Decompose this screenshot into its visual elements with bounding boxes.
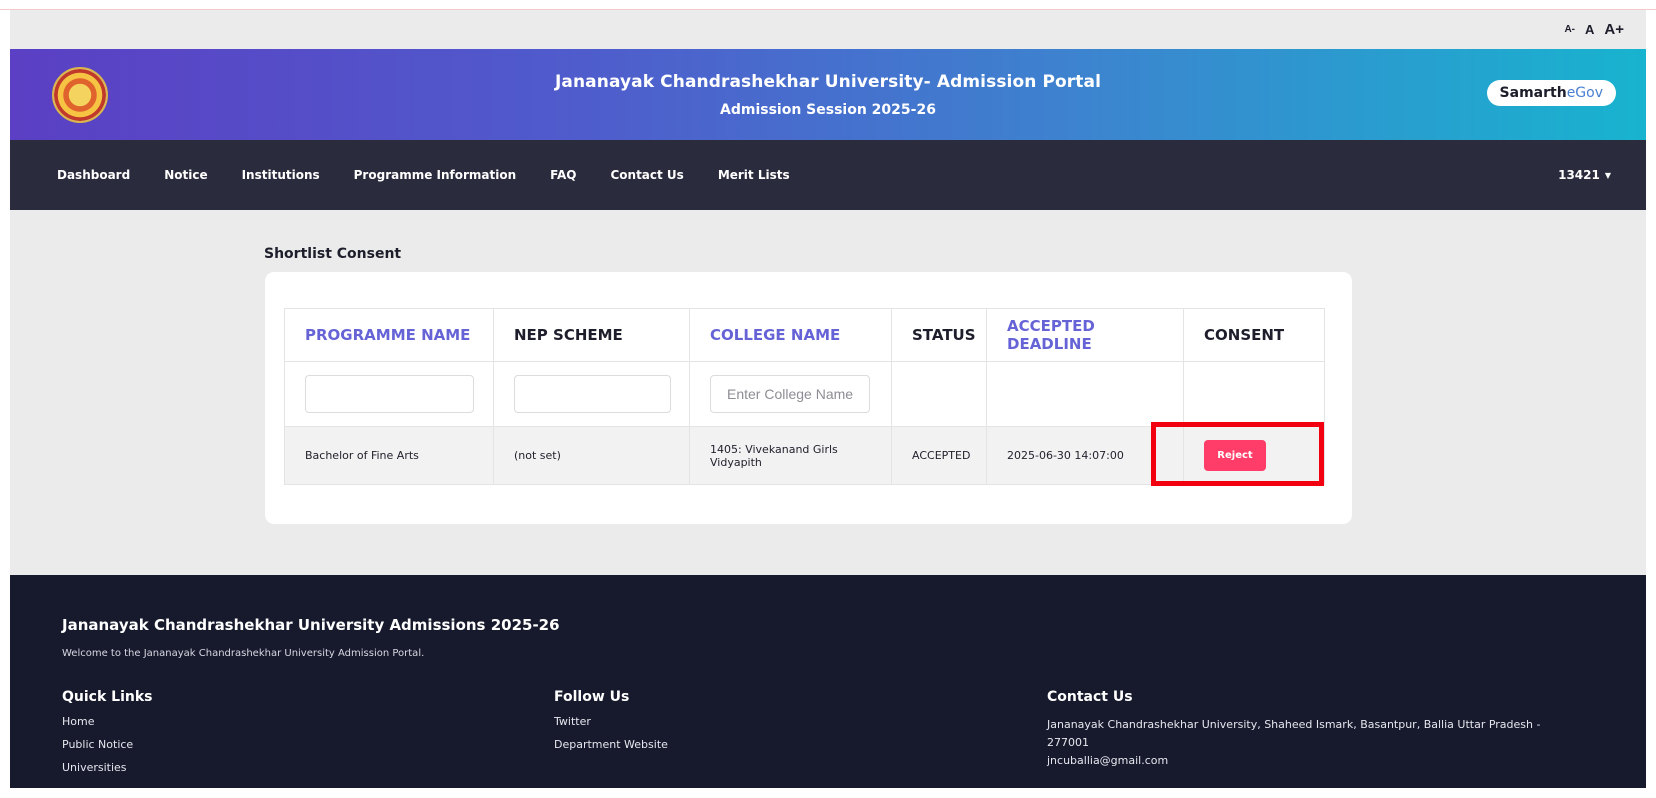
shortlist-table: PROGRAMME NAME NEP SCHEME COLLEGE NAME S… xyxy=(284,308,1325,486)
contact-email: jncuballia@gmail.com xyxy=(1047,754,1169,767)
nav-dashboard[interactable]: Dashboard xyxy=(57,168,130,182)
programme-filter-input[interactable] xyxy=(305,375,474,413)
portal-title: Jananayak Chandrashekhar University- Adm… xyxy=(554,71,1102,92)
nep-filter-input[interactable] xyxy=(514,375,671,413)
nav-faq[interactable]: FAQ xyxy=(550,168,576,182)
brand-egov: eGov xyxy=(1566,85,1603,101)
cell-programme: Bachelor of Fine Arts xyxy=(284,426,494,485)
brand-samarth: Samarth xyxy=(1499,85,1567,101)
header-banner: Jananayak Chandrashekhar University- Adm… xyxy=(10,49,1646,140)
main-content: Shortlist Consent PROGRAMME NAME NEP SCH… xyxy=(10,210,1646,575)
header-text: Jananayak Chandrashekhar University- Adm… xyxy=(555,72,1101,118)
university-logo xyxy=(52,67,108,123)
caret-down-icon: ▼ xyxy=(1604,171,1611,180)
follow-us: Follow Us Twitter Department Website xyxy=(554,689,668,762)
quick-links-heading: Quick Links xyxy=(62,689,153,705)
filter-cell xyxy=(891,361,987,427)
quick-links: Quick Links Home Public Notice Universit… xyxy=(62,689,152,785)
samarth-egov-logo[interactable]: SamartheGov xyxy=(1486,80,1616,106)
nav-institutions[interactable]: Institutions xyxy=(242,168,320,182)
nav-merit-lists[interactable]: Merit Lists xyxy=(718,168,790,182)
footer-link-twitter[interactable]: Twitter xyxy=(554,715,668,728)
cell-status: ACCEPTED xyxy=(891,426,987,485)
session-subtitle: Admission Session 2025-26 xyxy=(720,101,936,118)
nav-notice[interactable]: Notice xyxy=(164,168,207,182)
contact-us-heading: Contact Us xyxy=(1047,689,1133,705)
font-decrease-button[interactable]: A- xyxy=(1564,24,1575,35)
table-header-row: PROGRAMME NAME NEP SCHEME COLLEGE NAME S… xyxy=(284,308,1325,362)
footer-link-universities[interactable]: Universities xyxy=(62,762,152,774)
font-normal-button[interactable]: A xyxy=(1585,22,1594,37)
filter-cell xyxy=(1183,361,1325,427)
page-title: Shortlist Consent xyxy=(264,246,402,262)
reject-button[interactable]: Reject xyxy=(1204,440,1266,471)
footer: Jananayak Chandrashekhar University Admi… xyxy=(10,575,1646,788)
contact-address: Jananayak Chandrashekhar University, Sha… xyxy=(1047,718,1541,731)
user-id: 13421 xyxy=(1558,168,1600,182)
filter-row xyxy=(284,361,1325,427)
font-size-controls: A- A A+ xyxy=(10,10,1646,49)
page-container: A- A A+ Jananayak Chandrashekhar Univers… xyxy=(10,10,1646,788)
footer-link-public-notice[interactable]: Public Notice xyxy=(62,738,152,751)
cell-college: 1405: Vivekanand Girls Vidyapith xyxy=(689,426,892,485)
main-nav: Dashboard Notice Institutions Programme … xyxy=(10,140,1646,210)
contact-us: Contact Us Jananayak Chandrashekhar Univ… xyxy=(1047,689,1547,770)
cell-nep-scheme: (not set) xyxy=(493,426,690,485)
cell-deadline: 2025-06-30 14:07:00 xyxy=(986,426,1184,485)
footer-link-department-website[interactable]: Department Website xyxy=(554,738,668,751)
cell-consent: Reject xyxy=(1151,422,1325,486)
footer-title: Jananayak Chandrashekhar University Admi… xyxy=(62,616,560,634)
col-nep-scheme: NEP SCHEME xyxy=(493,308,690,362)
col-consent: CONSENT xyxy=(1183,308,1325,362)
consent-card: PROGRAMME NAME NEP SCHEME COLLEGE NAME S… xyxy=(265,272,1352,524)
filter-cell xyxy=(493,361,690,427)
top-border xyxy=(0,0,1656,10)
footer-welcome: Welcome to the Jananayak Chandrashekhar … xyxy=(62,648,425,659)
contact-pincode: 277001 xyxy=(1047,736,1089,749)
follow-us-heading: Follow Us xyxy=(554,689,630,705)
college-filter-input[interactable] xyxy=(710,375,870,413)
filter-cell xyxy=(986,361,1184,427)
col-college-name[interactable]: COLLEGE NAME xyxy=(689,308,892,362)
filter-cell xyxy=(284,361,494,427)
nav-contact-us[interactable]: Contact Us xyxy=(610,168,683,182)
user-menu[interactable]: 13421 ▼ xyxy=(1558,168,1611,182)
col-programme-name[interactable]: PROGRAMME NAME xyxy=(284,308,494,362)
footer-link-home[interactable]: Home xyxy=(62,715,152,728)
filter-cell xyxy=(689,361,892,427)
table-row: Bachelor of Fine Arts (not set) 1405: Vi… xyxy=(284,422,1325,486)
nav-programme-information[interactable]: Programme Information xyxy=(354,168,517,182)
col-accepted-deadline[interactable]: ACCEPTED DEADLINE xyxy=(986,308,1184,362)
col-status: STATUS xyxy=(891,308,987,362)
font-increase-button[interactable]: A+ xyxy=(1604,21,1624,38)
